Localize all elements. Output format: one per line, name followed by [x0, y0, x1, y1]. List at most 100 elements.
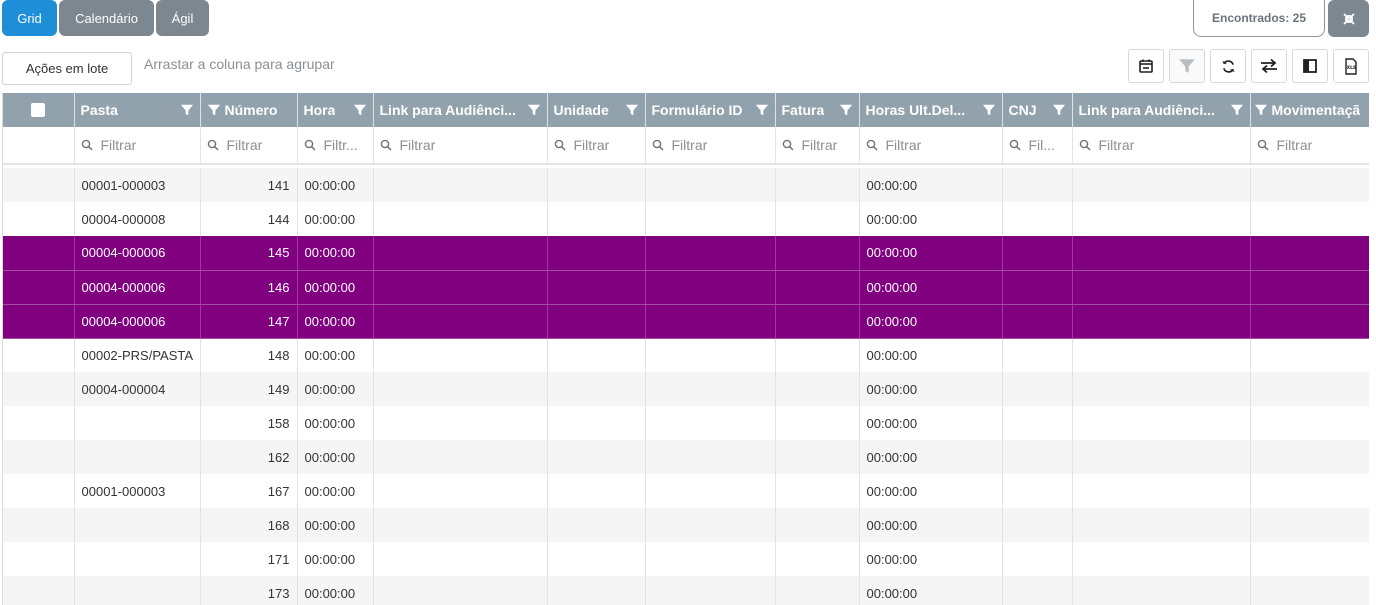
- table-row[interactable]: 00002-PRS/PASTA 148 00:00:00 00:00:00: [3, 338, 1369, 372]
- cell-cnj[interactable]: [1002, 372, 1073, 406]
- col-header-unidade[interactable]: Unidade: [547, 93, 646, 127]
- cell-movimentacao[interactable]: [1250, 474, 1369, 508]
- cell-link-audiencia-2[interactable]: [1072, 270, 1251, 305]
- cell-cnj[interactable]: [1002, 270, 1073, 305]
- table-row[interactable]: 00004-000006 146 00:00:00 00:00:00: [3, 270, 1369, 305]
- cell-horas-ult-del[interactable]: 00:00:00: [859, 576, 1003, 605]
- cell-link-audiencia[interactable]: [373, 236, 548, 271]
- cell-cnj[interactable]: [1002, 508, 1073, 542]
- cell-hora[interactable]: 00:00:00: [297, 406, 374, 440]
- cell-formulario-id[interactable]: [645, 474, 776, 508]
- cell-fatura[interactable]: [775, 236, 860, 271]
- filter-input[interactable]: Filtr...: [324, 137, 358, 153]
- select-cell[interactable]: [3, 508, 75, 542]
- cell-link-audiencia-2[interactable]: [1072, 236, 1251, 271]
- column-chooser-tool-button[interactable]: [1292, 49, 1328, 83]
- cell-numero[interactable]: 145: [200, 236, 298, 271]
- cell-fatura[interactable]: [775, 406, 860, 440]
- cell-unidade[interactable]: [547, 270, 646, 305]
- cell-hora[interactable]: 00:00:00: [297, 338, 374, 372]
- filter-input[interactable]: Filtrar: [672, 137, 708, 153]
- calendar-tool-button[interactable]: [1128, 49, 1164, 83]
- col-header-movimentacao[interactable]: Movimentaçã: [1250, 93, 1369, 127]
- cell-fatura[interactable]: [775, 440, 860, 474]
- col-header-fatura[interactable]: Fatura: [775, 93, 860, 127]
- filter-input[interactable]: Filtrar: [400, 137, 436, 153]
- col-header-hora[interactable]: Hora: [297, 93, 374, 127]
- cell-formulario-id[interactable]: [645, 338, 776, 372]
- cell-movimentacao[interactable]: [1250, 202, 1369, 236]
- cell-numero[interactable]: 168: [200, 508, 298, 542]
- tab-grid[interactable]: Grid: [2, 0, 57, 36]
- cell-numero[interactable]: 147: [200, 304, 298, 339]
- cell-numero[interactable]: 141: [200, 168, 298, 202]
- cell-numero[interactable]: 171: [200, 542, 298, 576]
- cell-horas-ult-del[interactable]: 00:00:00: [859, 542, 1003, 576]
- filter-cell[interactable]: Filtrar: [373, 127, 548, 165]
- cell-movimentacao[interactable]: [1250, 372, 1369, 406]
- table-row[interactable]: 171 00:00:00 00:00:00: [3, 542, 1369, 576]
- select-cell[interactable]: [3, 202, 75, 236]
- cell-pasta[interactable]: 00001-000003: [74, 168, 201, 202]
- select-all-checkbox[interactable]: [31, 103, 46, 117]
- cell-cnj[interactable]: [1002, 440, 1073, 474]
- cell-link-audiencia[interactable]: [373, 508, 548, 542]
- cell-horas-ult-del[interactable]: 00:00:00: [859, 202, 1003, 236]
- table-row[interactable]: 00004-000004 149 00:00:00 00:00:00: [3, 372, 1369, 406]
- swap-tool-button[interactable]: [1251, 49, 1287, 83]
- cell-link-audiencia[interactable]: [373, 474, 548, 508]
- filter-icon[interactable]: [839, 103, 853, 117]
- filter-input[interactable]: Filtrar: [1099, 137, 1135, 153]
- cell-cnj[interactable]: [1002, 542, 1073, 576]
- col-header-formulario-id[interactable]: Formulário ID: [645, 93, 776, 127]
- filter-icon[interactable]: [353, 103, 367, 117]
- cell-link-audiencia-2[interactable]: [1072, 202, 1251, 236]
- col-header-link-audiencia[interactable]: Link para Audiênci...: [373, 93, 548, 127]
- filter-cell[interactable]: Filtrar: [547, 127, 646, 165]
- cell-link-audiencia[interactable]: [373, 338, 548, 372]
- cell-hora[interactable]: 00:00:00: [297, 168, 374, 202]
- table-row[interactable]: 00004-000006 145 00:00:00 00:00:00: [3, 236, 1369, 271]
- filter-cell[interactable]: Filtrar: [1072, 127, 1251, 165]
- cell-cnj[interactable]: [1002, 304, 1073, 339]
- cell-hora[interactable]: 00:00:00: [297, 270, 374, 305]
- select-cell[interactable]: [3, 236, 75, 271]
- select-cell[interactable]: [3, 576, 75, 605]
- export-tool-button[interactable]: XLS: [1333, 49, 1369, 83]
- cell-fatura[interactable]: [775, 474, 860, 508]
- cell-link-audiencia[interactable]: [373, 202, 548, 236]
- filter-cell[interactable]: Filtrar: [645, 127, 776, 165]
- cell-cnj[interactable]: [1002, 236, 1073, 271]
- cell-fatura[interactable]: [775, 202, 860, 236]
- cell-link-audiencia[interactable]: [373, 372, 548, 406]
- cell-numero[interactable]: 158: [200, 406, 298, 440]
- cell-pasta[interactable]: [74, 508, 201, 542]
- cell-unidade[interactable]: [547, 406, 646, 440]
- cell-link-audiencia-2[interactable]: [1072, 304, 1251, 339]
- filter-cell[interactable]: Filtrar: [1250, 127, 1369, 165]
- cell-pasta[interactable]: 00004-000006: [74, 304, 201, 339]
- cell-pasta[interactable]: 00004-000004: [74, 372, 201, 406]
- table-row[interactable]: 158 00:00:00 00:00:00: [3, 406, 1369, 440]
- cell-hora[interactable]: 00:00:00: [297, 372, 374, 406]
- cell-movimentacao[interactable]: [1250, 508, 1369, 542]
- cell-formulario-id[interactable]: [645, 236, 776, 271]
- cell-pasta[interactable]: 00004-000006: [74, 270, 201, 305]
- cell-hora[interactable]: 00:00:00: [297, 576, 374, 605]
- select-cell[interactable]: [3, 168, 75, 202]
- cell-link-audiencia[interactable]: [373, 542, 548, 576]
- cell-cnj[interactable]: [1002, 202, 1073, 236]
- filter-icon[interactable]: [755, 103, 769, 117]
- cell-hora[interactable]: 00:00:00: [297, 304, 374, 339]
- cell-movimentacao[interactable]: [1250, 168, 1369, 202]
- cell-link-audiencia[interactable]: [373, 576, 548, 605]
- cell-pasta[interactable]: 00002-PRS/PASTA: [74, 338, 201, 372]
- select-cell[interactable]: [3, 338, 75, 372]
- cell-link-audiencia-2[interactable]: [1072, 576, 1251, 605]
- cell-formulario-id[interactable]: [645, 508, 776, 542]
- cell-movimentacao[interactable]: [1250, 576, 1369, 605]
- cell-horas-ult-del[interactable]: 00:00:00: [859, 236, 1003, 271]
- filter-icon[interactable]: [1230, 103, 1244, 117]
- cell-formulario-id[interactable]: [645, 542, 776, 576]
- cell-unidade[interactable]: [547, 202, 646, 236]
